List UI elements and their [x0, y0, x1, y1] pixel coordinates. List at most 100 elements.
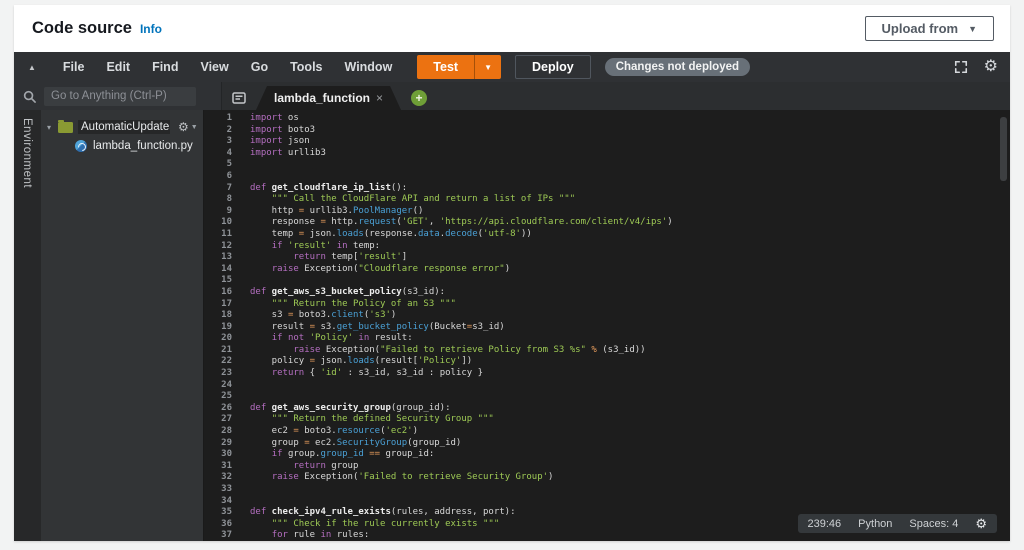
line-number: 21 [221, 344, 232, 355]
line-number: 12 [221, 240, 232, 251]
menu-item-tools[interactable]: Tools [279, 60, 333, 74]
tree-file-row[interactable]: lambda_function.py [41, 138, 203, 154]
code-line: if group.group_id == group_id: [271, 449, 435, 460]
code-line: """ Return the defined Security Group ""… [271, 414, 494, 425]
line-number: 14 [221, 263, 232, 274]
code-line: raise Exception("Cloudflare response err… [271, 263, 511, 274]
upload-from-button[interactable]: Upload from ▼ [864, 16, 994, 41]
menu-item-view[interactable]: View [189, 60, 239, 74]
line-number: 8 [226, 194, 232, 205]
line-number: 20 [221, 333, 232, 344]
tab-list-icon[interactable] [232, 92, 246, 104]
line-number: 9 [226, 205, 232, 216]
code-line: group = ec2.SecurityGroup(group_id) [250, 437, 462, 448]
code-line: if not 'Policy' in result: [271, 333, 413, 344]
tree-settings-caret-icon: ▼ [190, 123, 198, 131]
collapse-menu-icon[interactable]: ▲ [28, 63, 36, 72]
tab-strip: lambda_function × + [222, 82, 1010, 110]
code-line: result = s3.get_bucket_policy(Bucket=s3_… [250, 321, 505, 332]
goto-anything-input[interactable] [44, 86, 196, 106]
line-number: 6 [226, 170, 232, 181]
line-number: 10 [221, 217, 232, 228]
test-split-button: Test ▼ [417, 55, 501, 79]
info-link[interactable]: Info [140, 22, 162, 36]
code-line: policy = json.loads(result['Policy']) [250, 356, 473, 367]
python-file-icon [75, 140, 87, 152]
line-number: 31 [221, 460, 232, 471]
line-number: 2 [226, 124, 232, 135]
line-number: 27 [221, 414, 232, 425]
tab-close-icon[interactable]: × [376, 91, 383, 105]
tree-settings-gear-icon[interactable]: ⚙ [178, 121, 189, 133]
settings-gear-icon[interactable]: ⚙ [984, 59, 998, 75]
language-mode[interactable]: Python [858, 518, 892, 530]
environment-panel-tab[interactable]: Environment [14, 110, 41, 541]
line-number: 4 [226, 147, 232, 158]
menu-item-window[interactable]: Window [334, 60, 404, 74]
line-number: 18 [221, 310, 232, 321]
ide-menubar: ▲ File Edit Find View Go Tools Window Te… [14, 52, 1010, 82]
chevron-down-icon: ▼ [968, 23, 977, 34]
tree-folder-row[interactable]: ▾ AutomaticUpdateS ⚙ ▼ [41, 119, 203, 135]
line-number: 22 [221, 356, 232, 367]
code-line: if 'result' in temp: [271, 240, 381, 251]
menu-items: File Edit Find View Go Tools Window [52, 60, 403, 74]
line-number: 19 [221, 321, 232, 332]
line-number: 32 [221, 472, 232, 483]
line-number: 28 [221, 426, 232, 437]
code-line: import os [250, 113, 299, 123]
changes-not-deployed-badge: Changes not deployed [604, 58, 751, 76]
sidebar: Environment ▾ AutomaticUpdateS ⚙ ▼ lambd… [14, 110, 204, 541]
menubar-right-icons: ⚙ [954, 59, 998, 75]
new-tab-button[interactable]: + [411, 90, 428, 106]
code-line: http = urllib3.PoolManager() [250, 205, 424, 216]
ide-main: Environment ▾ AutomaticUpdateS ⚙ ▼ lambd… [14, 110, 1010, 541]
code-line: return { 'id' : s3_id, s3_id : policy } [271, 368, 484, 379]
code-editor[interactable]: 1 2 3 4 5 6 7 8 9 10 11 12 13 14 15 16 17 18 19 20 21 22 23 24 2… [204, 110, 1010, 541]
line-number: 15 [221, 275, 232, 286]
editor-statusbar: 239:46 Python Spaces: 4 ⚙ [797, 514, 997, 533]
tab-lambda-function[interactable]: lambda_function × [256, 86, 401, 110]
indent-setting[interactable]: Spaces: 4 [909, 518, 958, 530]
menu-item-go[interactable]: Go [240, 60, 279, 74]
code-line: """ Return the Policy of an S3 """ [271, 298, 456, 309]
page-title: Code source [32, 19, 132, 37]
line-number: 36 [221, 518, 232, 529]
title-wrap: Code source Info [32, 19, 162, 38]
cursor-position: 239:46 [807, 517, 842, 530]
code-line: def get_aws_s3_bucket_policy(s3_id): [250, 286, 446, 297]
search-and-tab-row: lambda_function × + [14, 82, 1010, 110]
line-number: 11 [221, 228, 232, 239]
folder-name: AutomaticUpdateS [78, 120, 170, 134]
tree-expand-caret-icon[interactable]: ▾ [47, 123, 58, 132]
search-icon [23, 90, 36, 103]
code-line: temp = json.loads(response.data.decode('… [250, 228, 532, 239]
upload-from-label: Upload from [881, 21, 959, 36]
code-line: def get_cloudflare_ip_list(): [250, 182, 408, 193]
search-area [14, 82, 222, 110]
line-number: 25 [221, 391, 232, 402]
line-number: 1 [226, 113, 232, 123]
editor-code[interactable]: import os import boto3 import json import u… [240, 110, 1010, 541]
test-dropdown-button[interactable]: ▼ [474, 55, 501, 79]
line-number: 33 [221, 484, 232, 494]
line-number: 5 [226, 159, 232, 170]
card-header: Code source Info Upload from ▼ [14, 5, 1010, 52]
editor-gutter: 1 2 3 4 5 6 7 8 9 10 11 12 13 14 15 16 17 18 19 20 21 22 23 24 2… [204, 110, 240, 541]
test-button[interactable]: Test [417, 55, 474, 79]
line-number: 16 [221, 286, 232, 297]
code-line: import urllib3 [250, 147, 326, 158]
editor-scrollbar-thumb[interactable] [1000, 117, 1007, 181]
line-number: 23 [221, 368, 232, 379]
line-number: 35 [221, 507, 232, 518]
editor-settings-gear-icon[interactable]: ⚙ [975, 517, 987, 530]
deploy-button[interactable]: Deploy [515, 55, 591, 79]
fullscreen-icon[interactable] [954, 60, 968, 74]
menu-item-edit[interactable]: Edit [95, 60, 141, 74]
menu-item-find[interactable]: Find [141, 60, 189, 74]
menu-item-file[interactable]: File [52, 60, 96, 74]
